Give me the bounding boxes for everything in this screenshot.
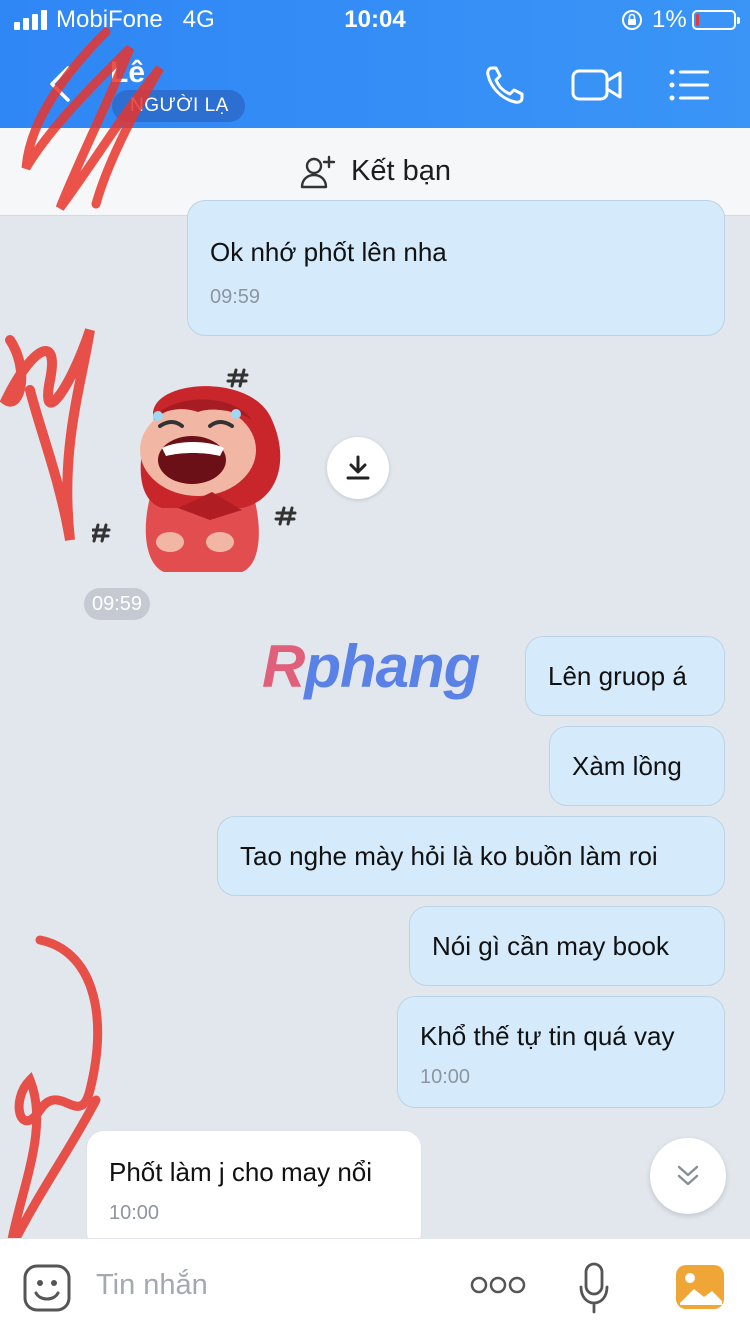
double-chevron-down-icon xyxy=(677,1165,699,1186)
chat-header: MobiFone 4G 10:04 1% Lê NGƯỜI LẠ xyxy=(0,0,750,128)
download-icon xyxy=(346,455,370,480)
message-bubble[interactable]: Xàm lồng xyxy=(549,726,725,806)
message-bubble[interactable]: Tao nghe mày hỏi là ko buồn làm roi xyxy=(217,816,725,896)
message-bubble[interactable]: Phốt làm j cho may nổi 10:00 xyxy=(86,1130,422,1250)
stranger-badge: NGƯỜI LẠ xyxy=(112,90,245,122)
sticker-time-chip: 09:59 xyxy=(84,588,151,620)
watermark-logo: Rphang xyxy=(262,633,480,700)
message-text: Phốt làm j cho may nổi xyxy=(109,1157,373,1187)
more-options-icon[interactable] xyxy=(470,1273,526,1297)
message-text: Xàm lồng xyxy=(572,751,682,781)
message-time: 10:00 xyxy=(420,1066,471,1088)
message-text: Nói gì cần may book xyxy=(432,931,670,961)
message-time: 10:00 xyxy=(109,1202,160,1224)
message-input-bar: Tin nhắn xyxy=(0,1238,750,1334)
message-text: Khổ thế tự tin quá vay xyxy=(420,1021,675,1051)
back-arrow-icon[interactable] xyxy=(46,64,74,104)
video-call-icon[interactable] xyxy=(570,62,624,108)
message-bubble[interactable]: Ok nhớ phốt lên nha 09:59 xyxy=(187,200,725,336)
add-friend-icon xyxy=(300,155,336,188)
message-text: Ok nhớ phốt lên nha xyxy=(210,237,447,267)
message-bubble[interactable]: Nói gì cần may book xyxy=(409,906,725,986)
battery-icon xyxy=(692,10,740,30)
message-time: 09:59 xyxy=(210,286,261,308)
menu-list-icon[interactable] xyxy=(666,62,712,108)
scroll-down-button[interactable] xyxy=(650,1138,726,1214)
microphone-icon[interactable] xyxy=(578,1261,610,1315)
battery-percent: 1% xyxy=(652,6,687,33)
sticker-emoji-icon[interactable] xyxy=(22,1263,72,1313)
message-bubble[interactable]: Lên gruop á xyxy=(525,636,725,716)
laughing-sticker[interactable] xyxy=(92,360,312,580)
status-bar: MobiFone 4G 10:04 1% xyxy=(0,0,750,42)
message-text: Tao nghe mày hỏi là ko buồn làm roi xyxy=(240,841,658,871)
add-friend-label: Kết bạn xyxy=(351,155,451,187)
photo-gallery-icon[interactable] xyxy=(674,1263,726,1311)
contact-name[interactable]: Lê xyxy=(110,56,145,90)
message-bubble[interactable]: Khổ thế tự tin quá vay 10:00 xyxy=(397,996,725,1108)
phone-call-icon[interactable] xyxy=(482,62,528,108)
message-text: Lên gruop á xyxy=(548,661,687,691)
rotation-lock-icon xyxy=(622,10,642,30)
message-input[interactable]: Tin nhắn xyxy=(96,1269,208,1302)
download-button[interactable] xyxy=(327,437,389,499)
